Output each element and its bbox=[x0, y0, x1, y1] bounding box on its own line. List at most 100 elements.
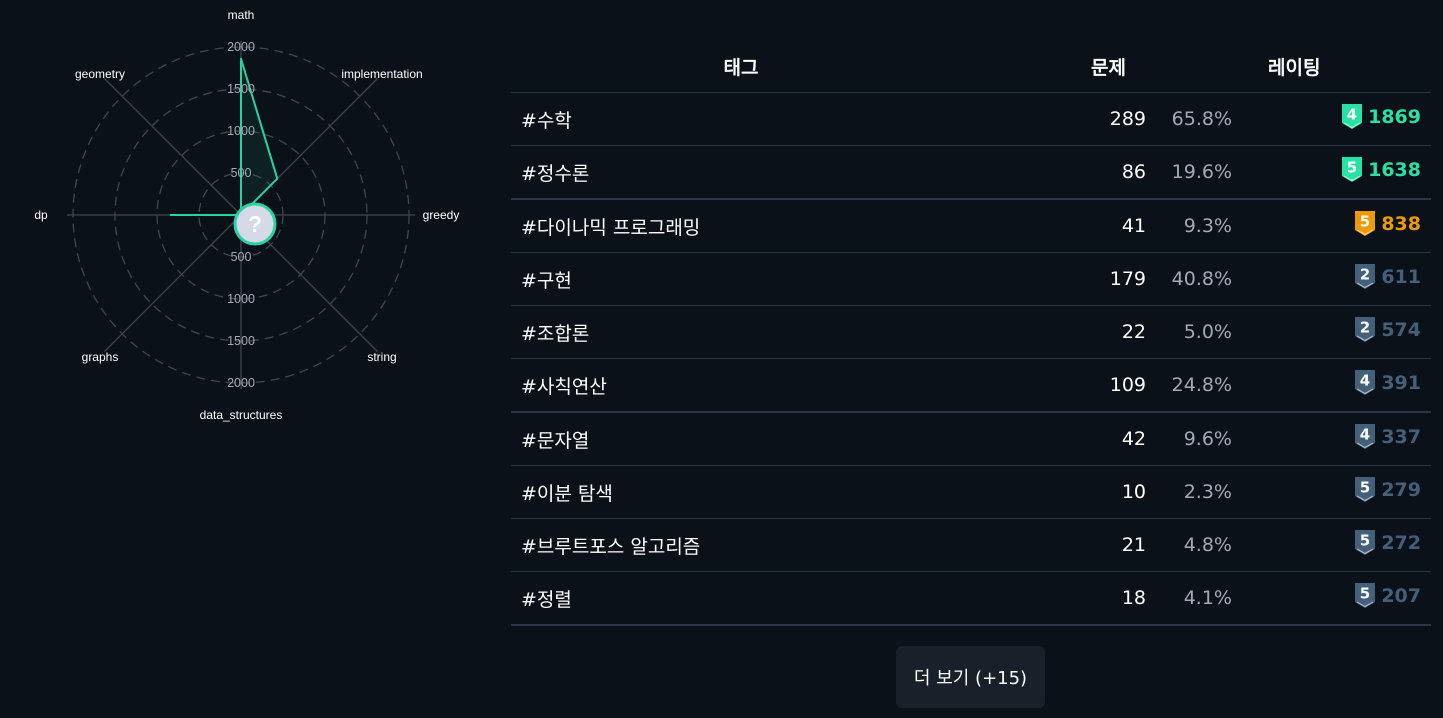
tag-name[interactable]: #조합론 bbox=[511, 305, 971, 359]
problem-count: 289 bbox=[971, 92, 1156, 146]
problem-percentage: 9.6% bbox=[1156, 412, 1246, 466]
problem-count: 21 bbox=[971, 518, 1156, 572]
radar-axis-label: dp bbox=[34, 208, 48, 222]
table-row[interactable]: #브루트포스 알고리즘 21 4.8% 5 272 bbox=[511, 518, 1431, 572]
tier-badge-icon: 4 bbox=[1342, 104, 1363, 129]
rating-value: 391 bbox=[1381, 371, 1421, 394]
tier-badge-icon: 2 bbox=[1355, 317, 1375, 342]
problem-percentage: 4.8% bbox=[1156, 518, 1246, 572]
problem-count: 18 bbox=[971, 571, 1156, 626]
tier-level: 4 bbox=[1347, 106, 1357, 124]
rating-value: 337 bbox=[1381, 425, 1421, 448]
tier-level: 2 bbox=[1360, 266, 1370, 284]
rating-wrap: 4 391 bbox=[1355, 370, 1421, 395]
radar-ring-label: 500 bbox=[231, 250, 252, 264]
tag-rating: 5 207 bbox=[1246, 571, 1431, 626]
rating-wrap: 2 574 bbox=[1355, 317, 1421, 342]
tier-level: 2 bbox=[1360, 319, 1370, 337]
rating-wrap: 5 838 bbox=[1355, 211, 1421, 236]
tag-rating: 5 279 bbox=[1246, 465, 1431, 519]
radar-ring-label: 1000 bbox=[227, 124, 255, 138]
problem-count: 179 bbox=[971, 252, 1156, 306]
rating-wrap: 2 611 bbox=[1355, 264, 1421, 289]
table-row[interactable]: #사칙연산 109 24.8% 4 391 bbox=[511, 358, 1431, 413]
radar-axis-label: math bbox=[228, 8, 255, 22]
tag-rating: 2 611 bbox=[1246, 252, 1431, 306]
tag-rating: 4 1869 bbox=[1246, 92, 1431, 146]
tier-level: 5 bbox=[1360, 585, 1370, 603]
tier-badge-icon: 5 bbox=[1355, 211, 1375, 236]
problem-percentage: 4.1% bbox=[1156, 571, 1246, 626]
table-row[interactable]: #이분 탐색 10 2.3% 5 279 bbox=[511, 465, 1431, 519]
table-row[interactable]: #정렬 18 4.1% 5 207 bbox=[511, 571, 1431, 626]
tag-name[interactable]: #사칙연산 bbox=[511, 358, 971, 413]
tag-rating-table: 태그 문제 레이팅 #수학 289 65.8% 4 1869 #정수론 86 19.6% 5 16… bbox=[511, 40, 1431, 626]
problem-count: 22 bbox=[971, 305, 1156, 359]
rating-wrap: 5 1638 bbox=[1342, 157, 1421, 182]
tag-name[interactable]: #정렬 bbox=[511, 571, 971, 626]
radar-axis-label: implementation bbox=[341, 67, 422, 81]
table-row[interactable]: #문자열 42 9.6% 4 337 bbox=[511, 412, 1431, 466]
radar-ring-label: 500 bbox=[231, 166, 252, 180]
radar-ring-label: 2000 bbox=[227, 40, 255, 54]
problem-percentage: 24.8% bbox=[1156, 358, 1246, 413]
radar-ring-label: 2000 bbox=[227, 376, 255, 390]
unrated-badge-icon: ? bbox=[233, 202, 277, 246]
tag-name[interactable]: #다이나믹 프로그래밍 bbox=[511, 199, 971, 253]
table-row[interactable]: #수학 289 65.8% 4 1869 bbox=[511, 92, 1431, 146]
rating-value: 279 bbox=[1381, 478, 1421, 501]
tier-badge-icon: 5 bbox=[1355, 583, 1375, 608]
tag-rating: 4 391 bbox=[1246, 358, 1431, 413]
problem-percentage: 65.8% bbox=[1156, 92, 1246, 146]
problem-count: 109 bbox=[971, 358, 1156, 413]
radar-ring-label: 1000 bbox=[227, 292, 255, 306]
problem-percentage: 40.8% bbox=[1156, 252, 1246, 306]
tier-badge-icon: 4 bbox=[1355, 370, 1375, 395]
rating-wrap: 5 279 bbox=[1355, 477, 1421, 502]
problem-count: 42 bbox=[971, 412, 1156, 466]
unrated-badge-symbol: ? bbox=[248, 211, 262, 237]
rating-wrap: 4 337 bbox=[1355, 424, 1421, 449]
header-rating: 레이팅 bbox=[1246, 40, 1431, 93]
tag-name[interactable]: #구현 bbox=[511, 252, 971, 306]
tag-rating: 2 574 bbox=[1246, 305, 1431, 359]
tier-level: 5 bbox=[1360, 532, 1370, 550]
tag-name[interactable]: #정수론 bbox=[511, 145, 971, 200]
radar-ring-label: 1500 bbox=[227, 334, 255, 348]
show-more-button[interactable]: 더 보기 (+15) bbox=[896, 646, 1045, 708]
tag-name[interactable]: #문자열 bbox=[511, 412, 971, 466]
radar-data-polygon bbox=[169, 57, 279, 216]
tag-rating: 5 1638 bbox=[1246, 145, 1431, 200]
table-body: #수학 289 65.8% 4 1869 #정수론 86 19.6% 5 1638 #다이나믹 프로… bbox=[511, 92, 1431, 626]
rating-value: 1638 bbox=[1368, 158, 1421, 181]
radar-axis-label: greedy bbox=[423, 208, 460, 222]
problem-count: 10 bbox=[971, 465, 1156, 519]
rating-value: 838 bbox=[1381, 212, 1421, 235]
tag-name[interactable]: #이분 탐색 bbox=[511, 465, 971, 519]
tag-name[interactable]: #수학 bbox=[511, 92, 971, 146]
rating-wrap: 5 272 bbox=[1355, 530, 1421, 555]
tag-radar-chart: 500 500 1000 1000 1500 1500 2000 2000 math implem… bbox=[34, 8, 460, 422]
table-row[interactable]: #조합론 22 5.0% 2 574 bbox=[511, 305, 1431, 359]
header-problems: 문제 bbox=[971, 40, 1246, 93]
rating-value: 1869 bbox=[1368, 105, 1421, 128]
tier-level: 5 bbox=[1360, 479, 1370, 497]
tier-level: 4 bbox=[1360, 426, 1370, 444]
problem-percentage: 5.0% bbox=[1156, 305, 1246, 359]
tag-rating: 5 272 bbox=[1246, 518, 1431, 572]
tier-level: 5 bbox=[1347, 159, 1357, 177]
tier-level: 5 bbox=[1360, 213, 1370, 231]
rating-wrap: 5 207 bbox=[1355, 583, 1421, 608]
tag-name[interactable]: #브루트포스 알고리즘 bbox=[511, 518, 971, 572]
radar-spoke bbox=[103, 77, 242, 216]
tier-badge-icon: 4 bbox=[1355, 424, 1375, 449]
table-row[interactable]: #구현 179 40.8% 2 611 bbox=[511, 252, 1431, 306]
table-row[interactable]: #다이나믹 프로그래밍 41 9.3% 5 838 bbox=[511, 199, 1431, 253]
tag-rating: 5 838 bbox=[1246, 199, 1431, 253]
radar-axis-label: data_structures bbox=[200, 408, 283, 422]
rating-value: 272 bbox=[1381, 531, 1421, 554]
problem-count: 86 bbox=[971, 145, 1156, 200]
problem-percentage: 19.6% bbox=[1156, 145, 1246, 200]
table-row[interactable]: #정수론 86 19.6% 5 1638 bbox=[511, 145, 1431, 200]
tier-badge-icon: 5 bbox=[1355, 530, 1375, 555]
